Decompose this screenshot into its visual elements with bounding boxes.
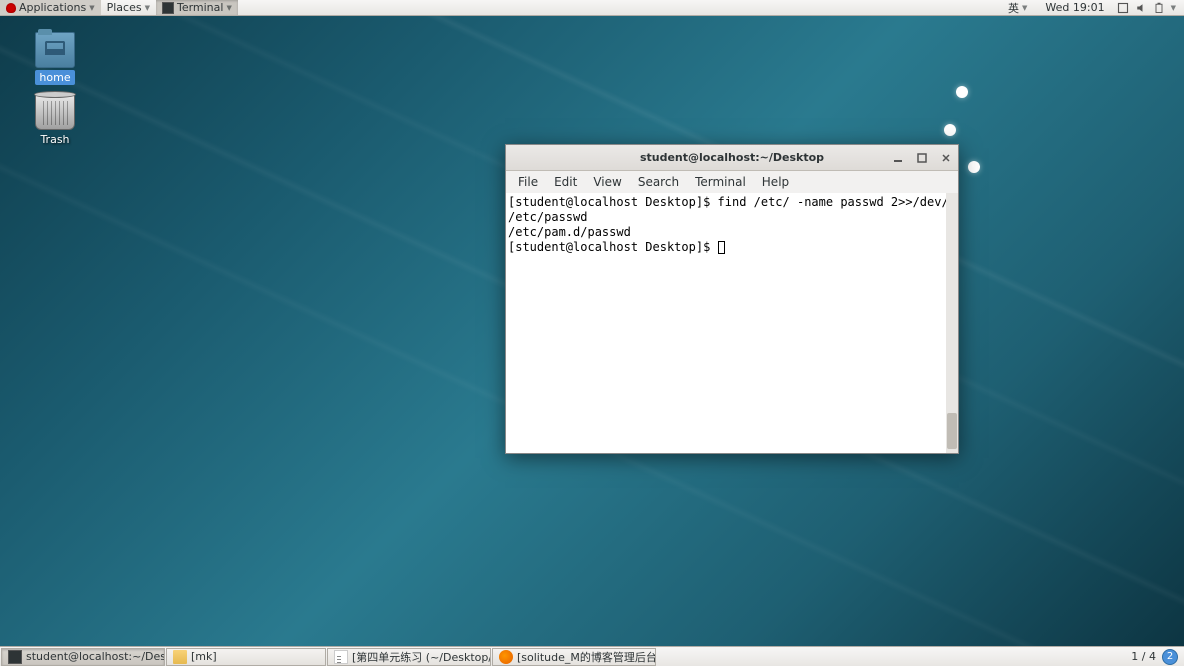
menu-terminal[interactable]: Terminal: [687, 173, 754, 191]
window-titlebar[interactable]: student@localhost:~/Desktop: [506, 145, 958, 171]
bottom-panel-right: 1 / 4 2: [1131, 649, 1184, 665]
task-label: [solitude_M的博客管理后台-51…: [517, 649, 656, 665]
menu-file[interactable]: File: [510, 173, 546, 191]
task-label: [第四单元练习 (~/Desktop/mk) - …: [352, 649, 491, 665]
terminal-app-label: Terminal: [177, 1, 224, 14]
task-button-firefox[interactable]: [solitude_M的博客管理后台-51…: [492, 648, 656, 666]
datetime-label: Wed 19:01: [1045, 1, 1104, 14]
menu-edit[interactable]: Edit: [546, 173, 585, 191]
terminal-icon: [8, 650, 22, 664]
terminal-menubar: File Edit View Search Terminal Help: [506, 171, 958, 193]
wallpaper-node-icon: [956, 86, 968, 98]
terminal-scrollbar[interactable]: [946, 193, 958, 453]
input-method-label: 英: [1008, 0, 1019, 16]
top-panel: Applications ▼ Places ▼ Terminal ▼ 英 ▼ W…: [0, 0, 1184, 16]
top-panel-left: Applications ▼ Places ▼ Terminal ▼: [0, 0, 238, 15]
terminal-icon: [162, 2, 174, 14]
task-button-terminal[interactable]: student@localhost:~/Desktop: [1, 648, 165, 666]
minimize-button[interactable]: [890, 150, 906, 166]
chevron-down-icon: ▼: [89, 4, 94, 12]
chevron-down-icon: ▼: [1022, 4, 1027, 12]
wallpaper-node-icon: [968, 161, 980, 173]
bottom-panel: student@localhost:~/Desktop [mk] [第四单元练习…: [0, 646, 1184, 666]
accessibility-icon[interactable]: [1117, 2, 1129, 14]
scrollbar-thumb[interactable]: [947, 413, 957, 449]
terminal-line: [student@localhost Desktop]$: [508, 240, 718, 254]
input-method-indicator[interactable]: 英 ▼: [1002, 0, 1033, 15]
desktop-icon-home[interactable]: home: [20, 32, 90, 85]
firefox-icon: [499, 650, 513, 664]
trash-icon: [35, 94, 75, 130]
workspace-indicator[interactable]: 1 / 4: [1131, 650, 1156, 663]
workspace-switcher[interactable]: 2: [1162, 649, 1178, 665]
battery-icon[interactable]: [1153, 2, 1165, 14]
task-label: student@localhost:~/Desktop: [26, 650, 165, 663]
home-label: home: [35, 70, 74, 85]
task-button-gedit[interactable]: [第四单元练习 (~/Desktop/mk) - …: [327, 648, 491, 666]
terminal-window[interactable]: student@localhost:~/Desktop File Edit Vi…: [505, 144, 959, 454]
menu-help[interactable]: Help: [754, 173, 797, 191]
window-title: student@localhost:~/Desktop: [640, 151, 824, 164]
wallpaper-node-icon: [944, 124, 956, 136]
clock[interactable]: Wed 19:01: [1039, 0, 1110, 15]
task-label: [mk]: [191, 650, 217, 663]
desktop[interactable]: home Trash student@localhost:~/Desktop F…: [0, 16, 1184, 646]
menu-search[interactable]: Search: [630, 173, 687, 191]
home-folder-icon: [35, 32, 75, 68]
system-menu-icon[interactable]: ▼: [1171, 4, 1176, 12]
desktop-icon-trash[interactable]: Trash: [20, 94, 90, 147]
places-label: Places: [107, 1, 142, 14]
terminal-line: /etc/passwd: [508, 210, 587, 224]
terminal-output[interactable]: [student@localhost Desktop]$ find /etc/ …: [506, 193, 958, 453]
task-button-files[interactable]: [mk]: [166, 648, 326, 666]
terminal-line: [student@localhost Desktop]$ find /etc/ …: [508, 195, 958, 209]
chevron-down-icon: ▼: [145, 4, 150, 12]
cursor-icon: [718, 241, 725, 254]
maximize-button[interactable]: [914, 150, 930, 166]
places-menu[interactable]: Places ▼: [101, 0, 156, 15]
trash-label: Trash: [36, 132, 73, 147]
close-button[interactable]: [938, 150, 954, 166]
text-editor-icon: [334, 650, 348, 664]
chevron-down-icon: ▼: [226, 4, 231, 12]
terminal-line: /etc/pam.d/passwd: [508, 225, 631, 239]
window-controls: [890, 150, 954, 166]
volume-icon[interactable]: [1135, 2, 1147, 14]
folder-icon: [173, 650, 187, 664]
redhat-icon: [6, 3, 16, 13]
applications-menu[interactable]: Applications ▼: [0, 0, 101, 15]
top-panel-right: 英 ▼ Wed 19:01 ▼: [1002, 0, 1184, 15]
menu-view[interactable]: View: [585, 173, 629, 191]
applications-label: Applications: [19, 1, 86, 14]
terminal-app-menu[interactable]: Terminal ▼: [156, 0, 238, 15]
